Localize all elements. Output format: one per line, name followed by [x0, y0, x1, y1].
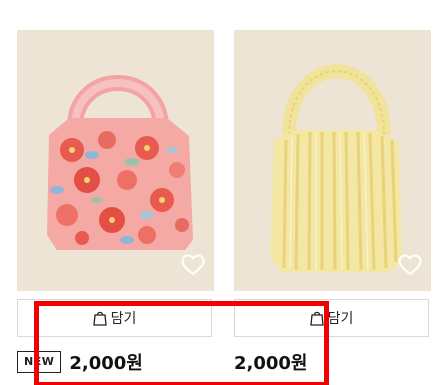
product-price: 2,000원	[69, 353, 143, 374]
shopping-bag-icon	[92, 310, 107, 326]
add-to-cart-label: 담기	[327, 311, 354, 327]
shopping-bag-icon	[309, 310, 324, 326]
add-to-cart-label: 담기	[110, 311, 137, 327]
price-row: NEW 2,000원	[17, 348, 143, 376]
add-to-cart-button[interactable]: 담기	[17, 299, 212, 337]
wishlist-heart-icon[interactable]	[180, 253, 206, 277]
product-grid: 담기 NEW 2,000원 담기 2,000원	[0, 0, 434, 385]
product-image-floral-bag[interactable]	[17, 30, 214, 291]
product-price: 2,000원	[234, 353, 308, 374]
new-badge: NEW	[17, 351, 62, 373]
add-to-cart-button[interactable]: 담기	[234, 299, 429, 337]
product-image-striped-bag[interactable]	[234, 30, 431, 291]
wishlist-heart-icon[interactable]	[397, 253, 423, 277]
price-row: 2,000원	[234, 348, 308, 376]
